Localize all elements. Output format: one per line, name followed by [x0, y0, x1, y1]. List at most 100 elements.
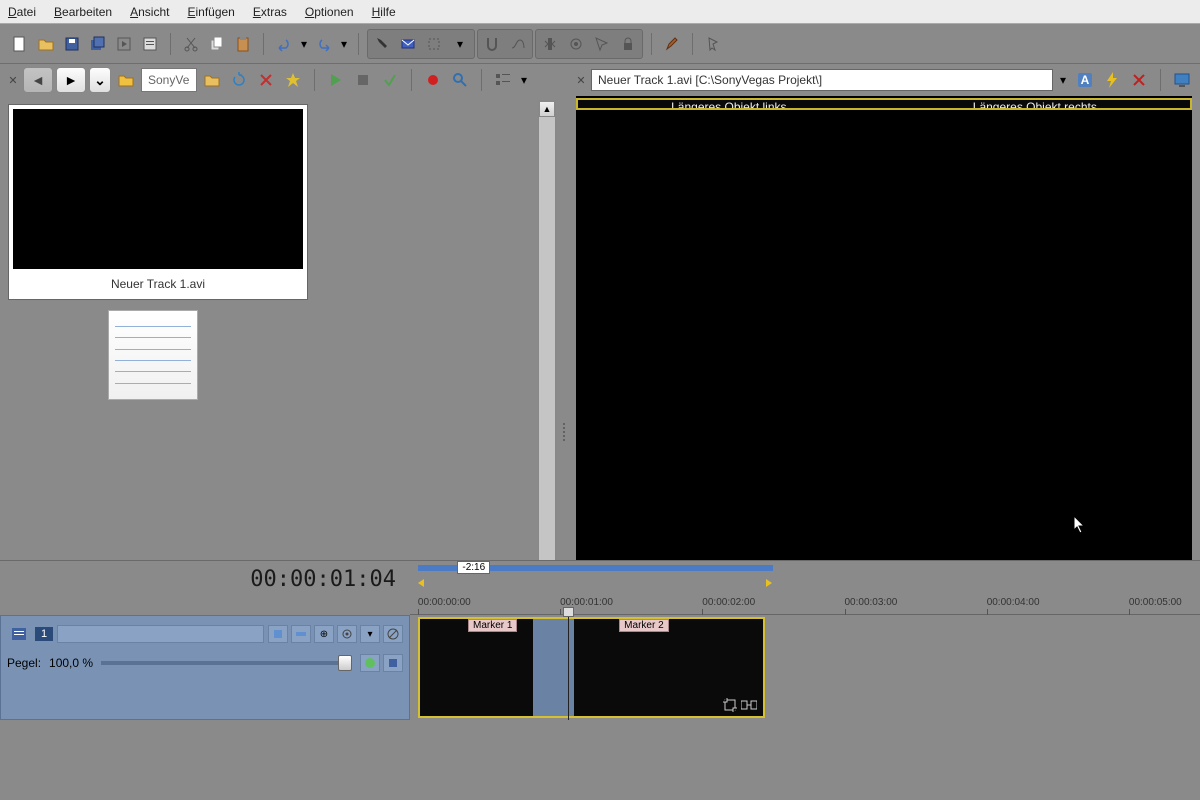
preview-dropdown-icon[interactable]: ▾ [1056, 73, 1070, 87]
clip-marker-2[interactable]: Marker 2 [619, 619, 668, 632]
folder-open-icon[interactable] [200, 68, 224, 92]
normal-edit-icon[interactable] [590, 32, 614, 56]
favorite-icon[interactable] [281, 68, 305, 92]
undo-dropdown-icon[interactable]: ▾ [298, 32, 310, 56]
video-clip[interactable]: Marker 1 Marker 2 [418, 617, 766, 718]
timeline-empty-area[interactable] [0, 720, 1200, 800]
menu-hilfe[interactable]: Hilfe [372, 5, 396, 19]
timeline-timecode[interactable]: 00:00:01:04 [0, 567, 410, 592]
pegel-slider[interactable] [101, 661, 352, 665]
view-dropdown-icon[interactable]: ▾ [518, 68, 530, 92]
timeline-overview[interactable]: -2:16 [410, 561, 1200, 597]
track-bypass-icon[interactable] [268, 625, 288, 643]
fx-a-icon[interactable]: A [1073, 68, 1097, 92]
clip-crop-icon[interactable] [723, 698, 737, 712]
ruler-tick: 00:00:05:00 [1129, 597, 1182, 608]
envelope-tool-icon[interactable] [396, 32, 420, 56]
track-mute-icon[interactable] [360, 654, 380, 672]
menu-extras[interactable]: Extras [253, 5, 287, 19]
media-thumbnail[interactable]: Neuer Track 1.avi [8, 104, 308, 300]
external-monitor-icon[interactable] [1170, 68, 1194, 92]
nav-fwd-button[interactable]: ► [56, 67, 86, 93]
selection-tool-icon[interactable] [422, 32, 446, 56]
media-thumbnail-label: Neuer Track 1.avi [107, 269, 209, 295]
refresh-icon[interactable] [227, 68, 251, 92]
preview-title-field[interactable]: Neuer Track 1.avi [C:\SonyVegas Projekt\… [591, 69, 1053, 91]
track-gear-dd-icon[interactable]: ▾ [360, 625, 380, 643]
video-track-header[interactable]: 1 ⊕ ▾ Pegel: 100,0 % [0, 615, 410, 720]
redo-dropdown-icon[interactable]: ▾ [338, 32, 350, 56]
open-folder-icon[interactable] [34, 32, 58, 56]
preview-obj-long-left: Längeres Objekt links [671, 100, 786, 108]
timeline-playhead[interactable] [568, 615, 569, 720]
track-automation-icon[interactable]: ⊕ [314, 625, 334, 643]
auto-crossfade-icon[interactable] [506, 32, 530, 56]
menu-bar: Datei Bearbeiten Ansicht Einfügen Extras… [0, 0, 1200, 24]
folder-yellow-icon[interactable] [114, 68, 138, 92]
video-track-lane[interactable]: Marker 1 Marker 2 [410, 615, 1200, 720]
view-mode-icon[interactable] [491, 68, 515, 92]
edit-tool-icon[interactable] [370, 32, 394, 56]
menu-einfuegen[interactable]: Einfügen [187, 5, 234, 19]
menu-ansicht[interactable]: Ansicht [130, 5, 169, 19]
trim-icon[interactable] [538, 32, 562, 56]
menu-optionen[interactable]: Optionen [305, 5, 354, 19]
preview-obj-long-right: Längeres Objekt rechts [973, 100, 1097, 108]
copy-icon[interactable] [205, 32, 229, 56]
main-toolbar: ▾ ▾ ▾ [0, 24, 1200, 64]
ruler-tick: 00:00:03:00 [845, 597, 898, 608]
undo-icon[interactable] [272, 32, 296, 56]
close-preview-icon[interactable]: ✕ [574, 73, 588, 87]
bolt-icon[interactable] [1100, 68, 1124, 92]
svg-text:A: A [1081, 73, 1090, 87]
track-fx-icon[interactable] [291, 625, 311, 643]
menu-bearbeiten[interactable]: Bearbeiten [54, 5, 112, 19]
lock-icon[interactable] [616, 32, 640, 56]
address-field[interactable]: SonyVe [141, 68, 197, 92]
text-file-icon[interactable] [108, 310, 198, 400]
ripple-icon[interactable] [564, 32, 588, 56]
zoom-tool-icon[interactable]: ▾ [448, 32, 472, 56]
stop-icon[interactable] [351, 68, 375, 92]
clip-fx-icon[interactable] [741, 698, 757, 712]
clip-marker-1[interactable]: Marker 1 [468, 619, 517, 632]
nav-back-button[interactable]: ◄ [23, 67, 53, 93]
ruler-tick: 00:00:02:00 [702, 597, 755, 608]
paste-icon[interactable] [231, 32, 255, 56]
track-gear-icon[interactable] [337, 625, 357, 643]
render-icon[interactable] [112, 32, 136, 56]
redo-icon[interactable] [312, 32, 336, 56]
timeline-ruler[interactable]: 00:00:00:00 00:00:01:00 00:00:02:00 00:0… [410, 597, 1200, 615]
slider-handle[interactable] [338, 655, 352, 671]
new-file-icon[interactable] [8, 32, 32, 56]
track-number: 1 [35, 627, 53, 641]
menu-datei[interactable]: Datei [8, 5, 36, 19]
ruler-tick: 00:00:00:00 [418, 597, 471, 608]
ruler-tick: 00:00:04:00 [987, 597, 1040, 608]
nav-up-button[interactable]: ⌄ [89, 67, 111, 93]
save-all-icon[interactable] [86, 32, 110, 56]
save-icon[interactable] [60, 32, 84, 56]
scroll-up-icon[interactable]: ▲ [539, 101, 555, 117]
track-collapse-icon[interactable] [7, 622, 31, 646]
help-icon[interactable] [701, 32, 725, 56]
pegel-value: 100,0 % [49, 656, 93, 670]
search-icon[interactable] [448, 68, 472, 92]
video-thumb-preview [13, 109, 303, 269]
delete-icon[interactable] [254, 68, 278, 92]
properties-icon[interactable] [138, 32, 162, 56]
cut-icon[interactable] [179, 32, 203, 56]
auto-preview-icon[interactable] [378, 68, 402, 92]
overview-badge: -2:16 [457, 561, 490, 574]
preview-header: ✕ Neuer Track 1.avi [C:\SonyVegas Projek… [568, 64, 1200, 96]
track-disable-icon[interactable] [383, 625, 403, 643]
snap-icon[interactable] [480, 32, 504, 56]
close-panel-icon[interactable]: ✕ [6, 73, 20, 87]
timeline-panel: 00:00:01:04 -2:16 00:00:00:00 00:00:01:0… [0, 560, 1200, 800]
track-solo-icon[interactable] [383, 654, 403, 672]
record-icon[interactable] [421, 68, 445, 92]
close-red-icon[interactable] [1127, 68, 1151, 92]
brush-icon[interactable] [660, 32, 684, 56]
track-name-field[interactable] [57, 625, 264, 643]
play-icon[interactable] [324, 68, 348, 92]
